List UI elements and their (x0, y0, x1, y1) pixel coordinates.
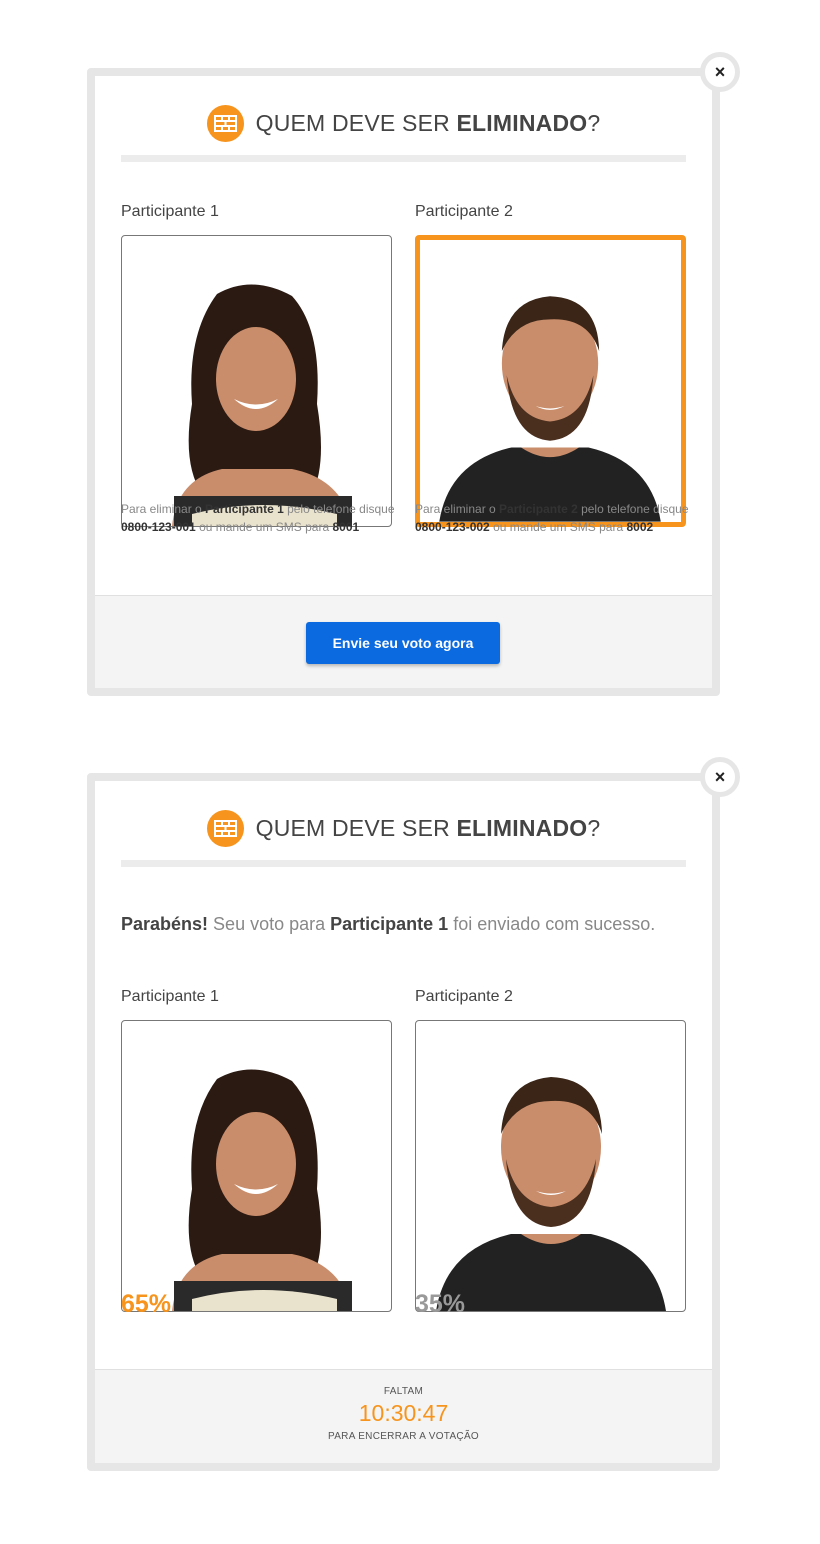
participant-1-label: Participante 1 (121, 988, 219, 1005)
brick-wall-icon (206, 105, 244, 142)
participant-1-card[interactable]: Participante 1 Para eliminar o Participa… (121, 203, 395, 534)
result-participant-1: Participante 1 65% (121, 988, 392, 1318)
result-participant-2: Participante 2 35% (415, 988, 686, 1318)
participant-1-label: Participante 1 (121, 203, 219, 220)
man-portrait-icon (439, 296, 661, 522)
participant-1-photo[interactable] (121, 235, 392, 527)
participant-2-percent: 35% (415, 1290, 466, 1318)
participant-1-photo (121, 1020, 392, 1312)
countdown-label-top: FALTAM (383, 1386, 424, 1397)
participant-2-card[interactable]: Participante 2 Para eliminar o Participa… (415, 203, 689, 534)
participant-2-instructions: Para eliminar o Participante 2 pelo tele… (415, 502, 689, 534)
countdown-label-bottom: PARA ENCERRAR A VOTAÇÃO (327, 1431, 479, 1442)
participant-1-percent: 65% (121, 1290, 172, 1318)
success-message: Parabéns! Seu voto para Participante 1 f… (121, 914, 656, 934)
close-button[interactable]: × (700, 52, 740, 92)
participant-2-label: Participante 2 (415, 203, 513, 220)
close-icon: × (714, 62, 726, 82)
participant-2-photo (415, 1020, 686, 1312)
participant-2-label: Participante 2 (415, 988, 513, 1005)
participant-1-instructions: Para eliminar o Participante 1 pelo tele… (121, 502, 395, 534)
man-portrait-icon (436, 1077, 666, 1311)
modal-title: QUEM DEVE SER ELIMINADO? (255, 815, 601, 841)
woman-portrait-icon (172, 1069, 352, 1311)
woman-portrait-icon (172, 284, 352, 526)
header-divider (121, 155, 686, 162)
vote-modal: × QUEM DEVE SER ELIMINADO? Participante … (87, 52, 740, 696)
modal-title: QUEM DEVE SER ELIMINADO? (255, 110, 601, 136)
modal-header: QUEM DEVE SER ELIMINADO? (95, 105, 712, 142)
countdown-time: 10:30:47 (358, 1400, 449, 1426)
modal-header: QUEM DEVE SER ELIMINADO? (95, 810, 712, 847)
submit-vote-button[interactable]: Envie seu voto agora (306, 622, 500, 664)
brick-wall-icon (206, 810, 244, 847)
result-modal: × QUEM DEVE SER ELIMINADO? Parabéns! Seu… (87, 757, 740, 1471)
close-button[interactable]: × (700, 757, 740, 797)
close-icon: × (714, 767, 726, 787)
vote-footer: Envie seu voto agora (95, 595, 712, 688)
participant-2-photo-selected[interactable] (415, 235, 686, 527)
countdown: FALTAM 10:30:47 PARA ENCERRAR A VOTAÇÃO (95, 1386, 712, 1442)
header-divider (121, 860, 686, 867)
timer-footer: FALTAM 10:30:47 PARA ENCERRAR A VOTAÇÃO (95, 1369, 712, 1463)
